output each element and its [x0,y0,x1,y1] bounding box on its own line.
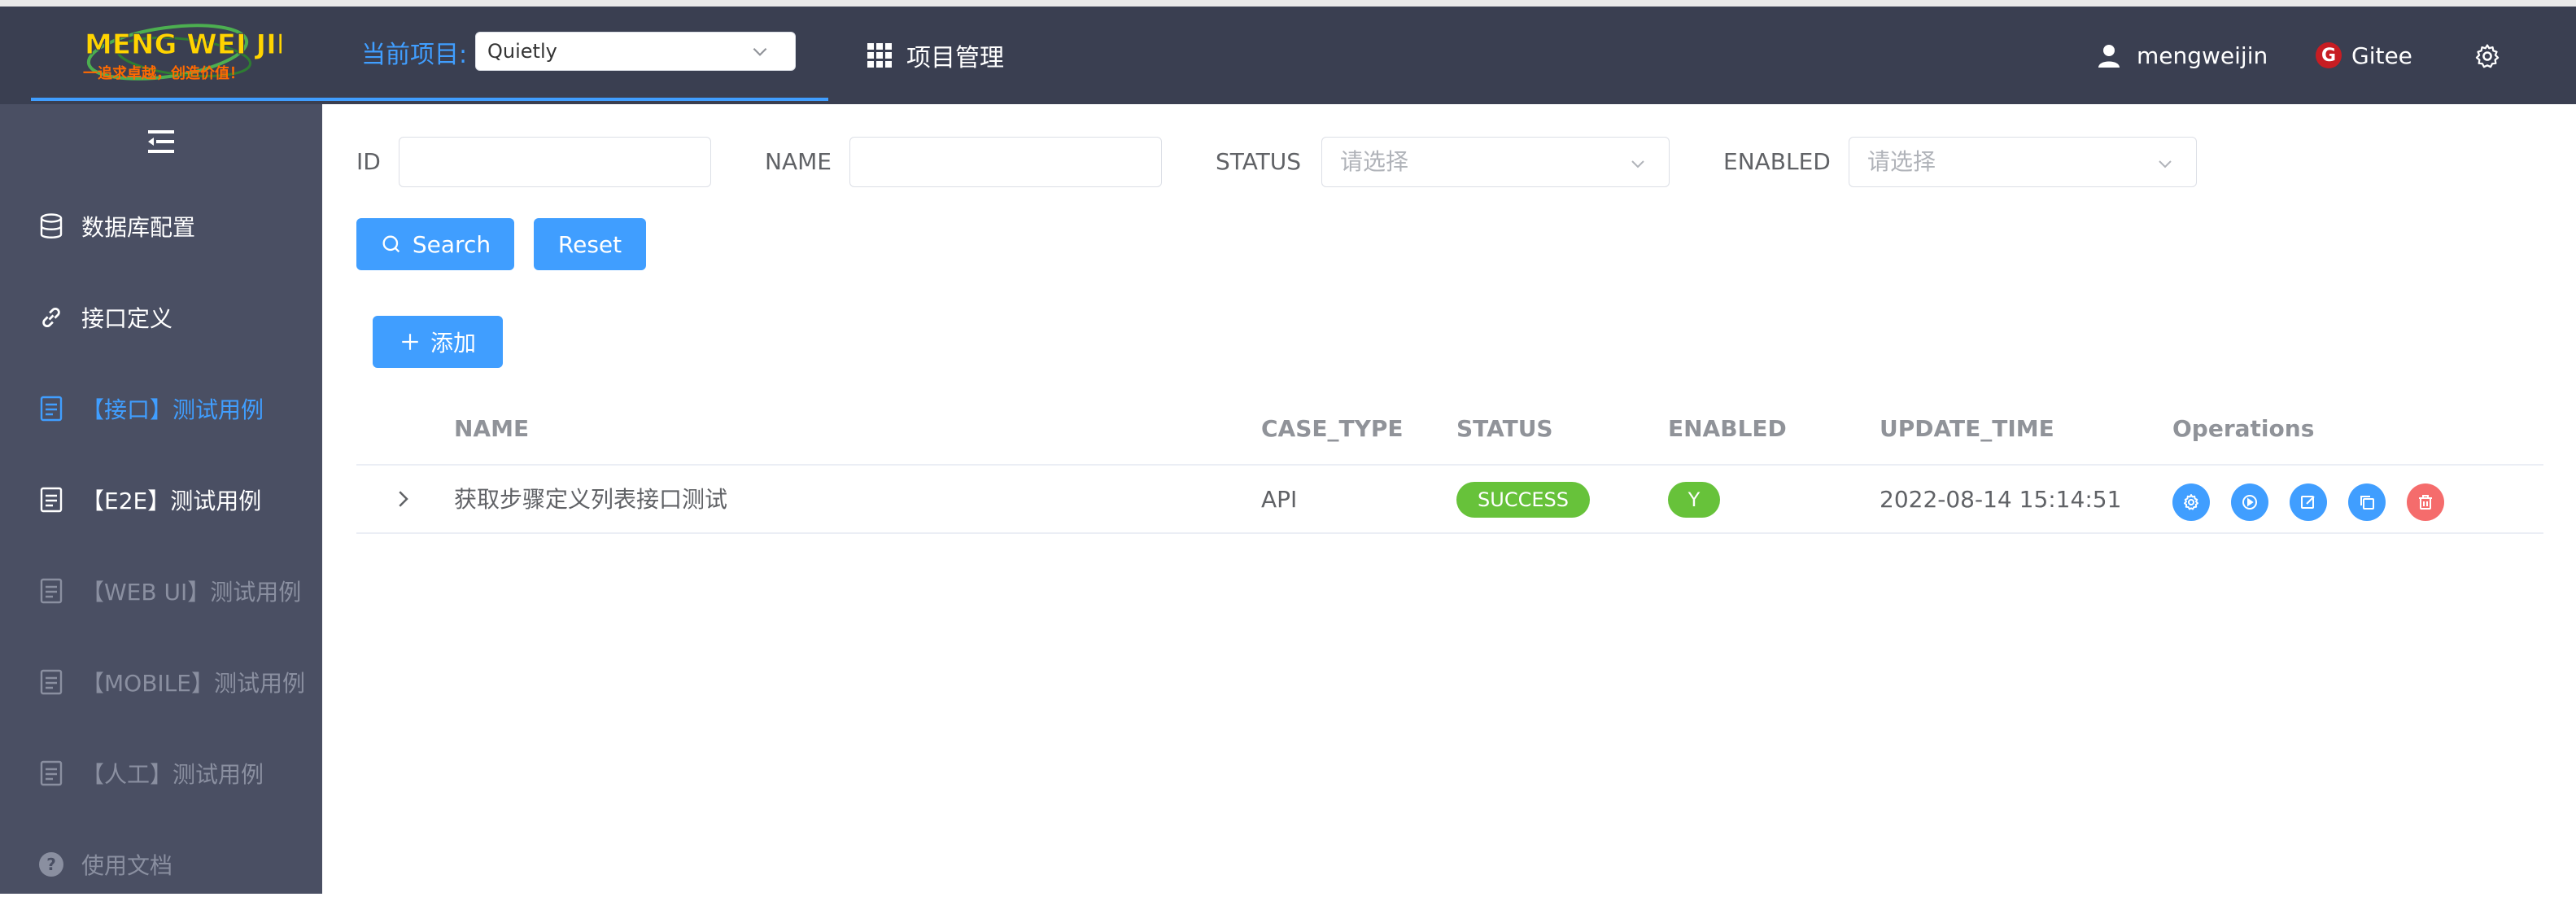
menu-collapse-icon[interactable] [146,129,176,155]
search-button[interactable]: Search [356,218,514,270]
user-icon [2098,45,2120,68]
column-header-status: STATUS [1456,415,1553,442]
chevron-down-icon [2159,160,2172,168]
sidebar-item-api-test-cases[interactable]: 【接口】测试用例 [0,363,322,454]
cell-case-type: API [1261,486,1298,513]
sidebar-item-label: 数据库配置 [81,214,196,241]
delete-button[interactable] [2407,483,2444,521]
sidebar-item-label: 【MOBILE】测试用例 [81,670,305,697]
column-header-update-time: UPDATE_TIME [1880,415,2054,442]
name-filter-label: NAME [765,148,832,175]
id-filter-label: ID [356,148,381,175]
table-row: 获取步骤定义列表接口测试 API SUCCESS Y 2022-08-14 15… [356,467,2543,534]
project-management-link[interactable]: 项目管理 [867,36,1004,75]
copy-icon [2360,496,2374,510]
status-badge: SUCCESS [1456,482,1590,518]
status-filter-select[interactable]: 请选择 [1321,137,1670,187]
sidebar-item-label: 【接口】测试用例 [81,396,264,423]
sidebar-item-label: 使用文档 [81,852,173,879]
logo-title: MENG WEI JIN [85,28,282,61]
delete-icon [2419,495,2432,510]
document-icon [37,486,65,514]
top-header: MENG WEI JIN 一追求卓越，创造价值！ 当前项目: Quietly 项… [0,7,2576,104]
sidebar-item-documentation[interactable]: ? 使用文档 [0,819,322,910]
gitee-label: Gitee [2351,42,2412,69]
project-tab-underline [31,98,828,101]
column-header-operations: Operations [2172,415,2315,442]
sidebar-item-label: 【人工】测试用例 [81,761,264,788]
gear-icon[interactable] [2473,42,2501,70]
id-filter-input[interactable] [399,137,711,187]
reset-button[interactable]: Reset [534,218,646,270]
plus-icon [402,334,418,350]
document-icon [37,395,65,422]
column-header-enabled: ENABLED [1668,415,1787,442]
edit-icon [2301,496,2315,509]
link-icon [37,304,65,331]
username: mengweijin [2137,42,2268,69]
logo-slogan: 一追求卓越，创造价值！ [83,64,244,82]
settings-icon [2184,494,2198,510]
browser-top-strip [0,0,2576,7]
search-icon [382,235,400,253]
grid-icon [867,43,892,68]
status-filter-label: STATUS [1216,148,1302,175]
main-content: ID NAME STATUS 请选择 ENABLED 请选择 Search Re… [322,104,2543,894]
cell-name: 获取步骤定义列表接口测试 [454,486,728,513]
help-icon: ? [37,851,65,878]
sidebar: 数据库配置 接口定义 【接口】测试用例 【E2E】测试用例 【WEB UI】测试… [0,104,322,894]
document-icon [37,577,65,605]
chevron-down-icon [1631,160,1644,168]
edit-button[interactable] [2290,483,2327,521]
enabled-filter-select[interactable]: 请选择 [1849,137,2197,187]
enabled-filter-label: ENABLED [1723,148,1831,175]
sidebar-item-e2e-test-cases[interactable]: 【E2E】测试用例 [0,454,322,545]
add-button-label: 添加 [430,330,476,357]
add-button[interactable]: 添加 [373,316,503,368]
sidebar-item-label: 【E2E】测试用例 [81,488,262,514]
settings-button[interactable] [2172,483,2210,521]
table-header: NAME CASE_TYPE STATUS ENABLED UPDATE_TIM… [356,392,2543,466]
sidebar-item-label: 接口定义 [81,305,173,332]
enabled-filter-placeholder: 请选择 [1867,148,1936,175]
cell-update-time: 2022-08-14 15:14:51 [1880,486,2122,513]
reset-button-label: Reset [557,230,622,258]
status-filter-placeholder: 请选择 [1340,148,1409,175]
project-select[interactable]: Quietly [475,32,796,71]
chevron-down-icon [753,47,767,56]
sidebar-item-web-ui-test-cases[interactable]: 【WEB UI】测试用例 [0,545,322,637]
svg-text:?: ? [46,855,56,874]
enabled-badge: Y [1668,482,1720,518]
name-filter-input[interactable] [849,137,1162,187]
search-button-label: Search [412,230,491,258]
logo: MENG WEI JIN 一追求卓越，创造价值！ [83,24,282,82]
gitee-link[interactable]: G Gitee [2316,36,2412,75]
copy-button[interactable] [2348,483,2386,521]
sidebar-item-manual-test-cases[interactable]: 【人工】测试用例 [0,728,322,819]
database-icon [37,212,65,240]
sidebar-item-label: 【WEB UI】测试用例 [81,579,302,606]
document-icon [37,759,65,787]
run-button[interactable] [2231,483,2268,521]
chevron-right-icon[interactable] [391,487,415,511]
gitee-icon: G [2316,42,2342,68]
column-header-name: NAME [454,415,530,442]
sidebar-item-interface-definition[interactable]: 接口定义 [0,272,322,363]
column-header-case-type: CASE_TYPE [1261,415,1404,442]
current-project-label: 当前项目: [361,41,468,69]
sidebar-item-database-config[interactable]: 数据库配置 [0,181,322,272]
play-icon [2242,495,2257,510]
document-icon [37,668,65,696]
sidebar-item-mobile-test-cases[interactable]: 【MOBILE】测试用例 [0,637,322,728]
user-menu[interactable]: mengweijin [2096,36,2268,75]
project-select-value: Quietly [487,40,557,63]
project-management-label: 项目管理 [906,44,1004,72]
